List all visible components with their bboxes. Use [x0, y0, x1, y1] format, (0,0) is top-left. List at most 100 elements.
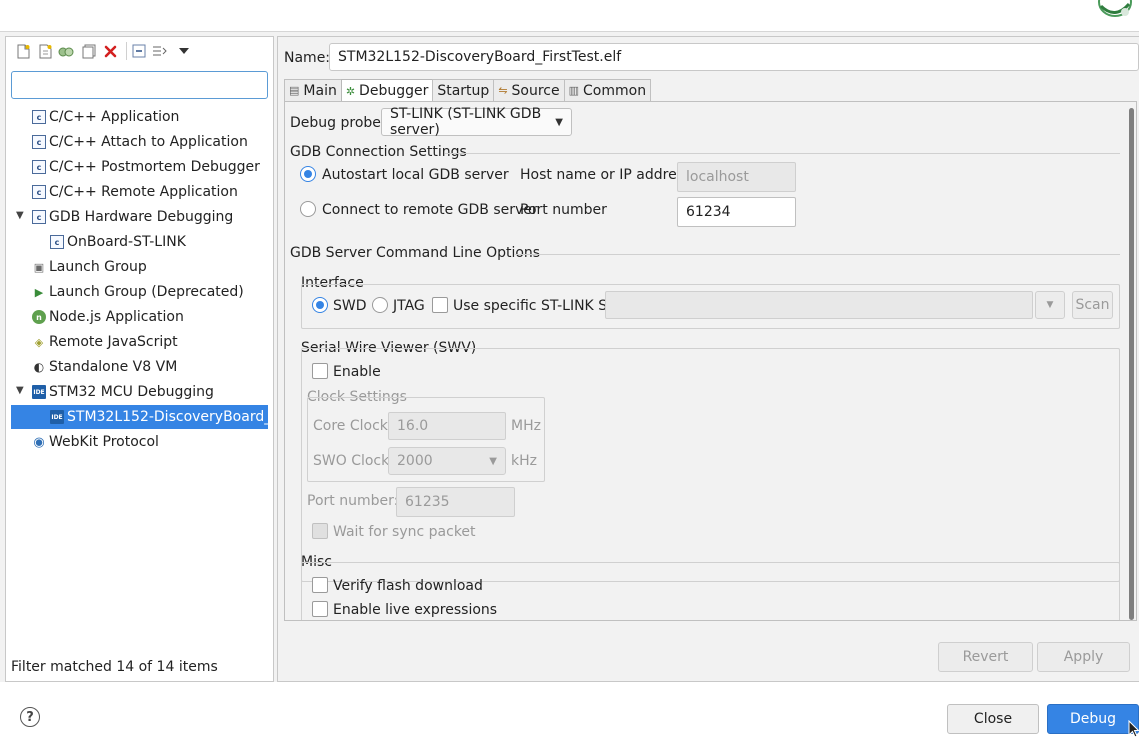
duplicate-configuration-icon[interactable] [81, 43, 97, 59]
sn-input[interactable] [605, 291, 1033, 319]
swv-port-input[interactable]: 61235 [396, 487, 515, 517]
host-input[interactable]: localhost [677, 162, 796, 192]
debug-button[interactable]: Debug [1047, 704, 1139, 734]
gdb-connection-settings-title: GDB Connection Settings [290, 144, 467, 160]
configuration-name-input[interactable]: STM32L152-DiscoveryBoard_FirstTest.elf [329, 43, 1139, 71]
tree-item-remote-javascript[interactable]: ◈ Remote JavaScript [32, 330, 273, 354]
tree-item-label: STM32L152-DiscoveryBoard_FirstTest [67, 409, 268, 425]
debug-button-label: Debug [1069, 711, 1117, 727]
new-prototype-icon[interactable] [37, 43, 53, 59]
dialog-title-area [0, 0, 1139, 32]
live-expressions-label: Enable live expressions [333, 602, 498, 618]
tree-item-label: OnBoard-ST-LINK [67, 234, 186, 250]
verify-flash-checkbox[interactable] [312, 577, 330, 595]
ide-icon: IDE [32, 385, 46, 399]
tree-item-gdb-hardware-debugging[interactable]: c GDB Hardware Debugging [32, 205, 273, 229]
tree-item-label: Standalone V8 VM [49, 359, 178, 375]
tree-item-stm32-mcu-debugging[interactable]: IDE STM32 MCU Debugging [32, 380, 273, 404]
filter-input[interactable] [11, 71, 268, 99]
apply-button[interactable]: Apply [1037, 642, 1130, 672]
c-file-icon: c [32, 135, 46, 149]
filter-configurations-icon[interactable] [152, 43, 168, 59]
export-configuration-icon[interactable] [58, 43, 74, 59]
chevron-down-icon: ▼ [1046, 300, 1054, 310]
expand-triangle-icon[interactable]: ▼ [16, 386, 26, 396]
expand-triangle-icon[interactable]: ▼ [16, 211, 26, 221]
tab-debugger[interactable]: ✲ Debugger [340, 79, 434, 102]
tab-startup[interactable]: Startup [432, 79, 495, 101]
tab-common[interactable]: ▥ Common [563, 79, 652, 101]
swd-label: SWD [333, 298, 367, 314]
apply-button-label: Apply [1063, 649, 1104, 665]
swd-radio[interactable] [312, 297, 330, 315]
revert-button-label: Revert [962, 649, 1009, 665]
jtag-radio[interactable] [372, 297, 390, 315]
tab-label: Main [303, 82, 337, 99]
chevron-down-icon: ▼ [555, 116, 563, 128]
tree-item-label: C/C++ Remote Application [49, 184, 238, 200]
javascript-icon: ◈ [34, 335, 44, 349]
swo-clock-select[interactable]: 2000 ▼ [388, 447, 506, 475]
swv-enable-checkbox[interactable] [312, 363, 330, 381]
main-tab-icon: ▤ [289, 84, 300, 97]
wait-sync-checkbox[interactable] [312, 523, 330, 541]
ide-icon: IDE [50, 410, 64, 424]
vertical-scrollbar[interactable] [1126, 102, 1136, 620]
autostart-radio[interactable] [300, 166, 318, 184]
view-menu-chevron-down-icon[interactable] [176, 43, 192, 59]
live-expressions-checkbox[interactable] [312, 601, 330, 619]
tab-main[interactable]: ▤ Main [284, 79, 342, 101]
checkbox-icon [432, 297, 448, 313]
tree-item-label: Launch Group [49, 259, 147, 275]
debug-probe-select[interactable]: ST-LINK (ST-LINK GDB server) ▼ [381, 106, 572, 138]
swv-enable-label: Enable [333, 364, 381, 380]
play-icon: ▶ [34, 285, 44, 299]
checkbox-icon [312, 601, 328, 617]
revert-button[interactable]: Revert [938, 642, 1033, 672]
delete-configuration-icon[interactable] [102, 43, 118, 59]
scan-button[interactable]: Scan [1072, 291, 1113, 319]
collapse-all-icon[interactable] [131, 43, 147, 59]
port-input[interactable]: 61234 [677, 197, 796, 227]
core-clock-input[interactable]: 16.0 [388, 412, 506, 440]
configuration-name-value: STM32L152-DiscoveryBoard_FirstTest.elf [338, 49, 622, 65]
tree-item-cpp-application[interactable]: c C/C++ Application [32, 105, 273, 129]
tree-item-cpp-attach[interactable]: c C/C++ Attach to Application [32, 130, 273, 154]
tree-item-label: GDB Hardware Debugging [49, 209, 234, 225]
help-icon[interactable]: ? [20, 707, 40, 727]
connect-remote-radio[interactable] [300, 201, 318, 219]
tree-item-label: C/C++ Postmortem Debugger [49, 159, 260, 175]
tab-source[interactable]: ⇋ Source [493, 79, 565, 101]
tree-item-label: C/C++ Attach to Application [49, 134, 248, 150]
launch-configuration-tree-panel: c C/C++ Application c C/C++ Attach to Ap… [5, 36, 274, 682]
connect-remote-label: Connect to remote GDB server [322, 202, 538, 218]
debugger-tab-icon: ✲ [345, 84, 356, 98]
toolbar-separator [126, 42, 127, 60]
tree-item-webkit-protocol[interactable]: ◉ WebKit Protocol [32, 430, 273, 454]
mouse-cursor-icon [1128, 720, 1139, 738]
radio-selected-icon [300, 166, 316, 182]
tree-item-standalone-v8-vm[interactable]: ◐ Standalone V8 VM [32, 355, 273, 379]
tree-item-cpp-remote[interactable]: c C/C++ Remote Application [32, 180, 273, 204]
swv-port-number-label: Port number: [307, 493, 399, 509]
tree-item-launch-group[interactable]: ▣ Launch Group [32, 255, 273, 279]
debug-probe-label: Debug probe [290, 115, 381, 131]
tab-label: Common [583, 82, 647, 99]
close-button[interactable]: Close [947, 704, 1039, 734]
new-configuration-icon[interactable] [15, 43, 31, 59]
tree-item-onboard-st-link[interactable]: c OnBoard-ST-LINK [50, 230, 273, 254]
c-file-icon: c [32, 160, 46, 174]
tab-label: Debugger [359, 83, 429, 99]
tree-item-cpp-postmortem[interactable]: c C/C++ Postmortem Debugger [32, 155, 273, 179]
host-label: Host name or IP address [520, 167, 692, 183]
tree-toolbar [6, 37, 273, 65]
sn-dropdown-button[interactable]: ▼ [1035, 291, 1065, 319]
scrollbar-thumb[interactable] [1129, 108, 1134, 620]
eclipse-logo-icon [1098, 0, 1132, 17]
webkit-icon: ◉ [33, 434, 45, 450]
checkbox-disabled-icon [312, 523, 328, 539]
specific-sn-checkbox[interactable] [432, 297, 450, 315]
tree-item-stm32l152-discoveryboard-firsttest[interactable]: IDE STM32L152-DiscoveryBoard_FirstTest [11, 405, 268, 429]
tree-item-launch-group-deprecated[interactable]: ▶ Launch Group (Deprecated) [32, 280, 273, 304]
tree-item-nodejs-application[interactable]: n Node.js Application [32, 305, 273, 329]
